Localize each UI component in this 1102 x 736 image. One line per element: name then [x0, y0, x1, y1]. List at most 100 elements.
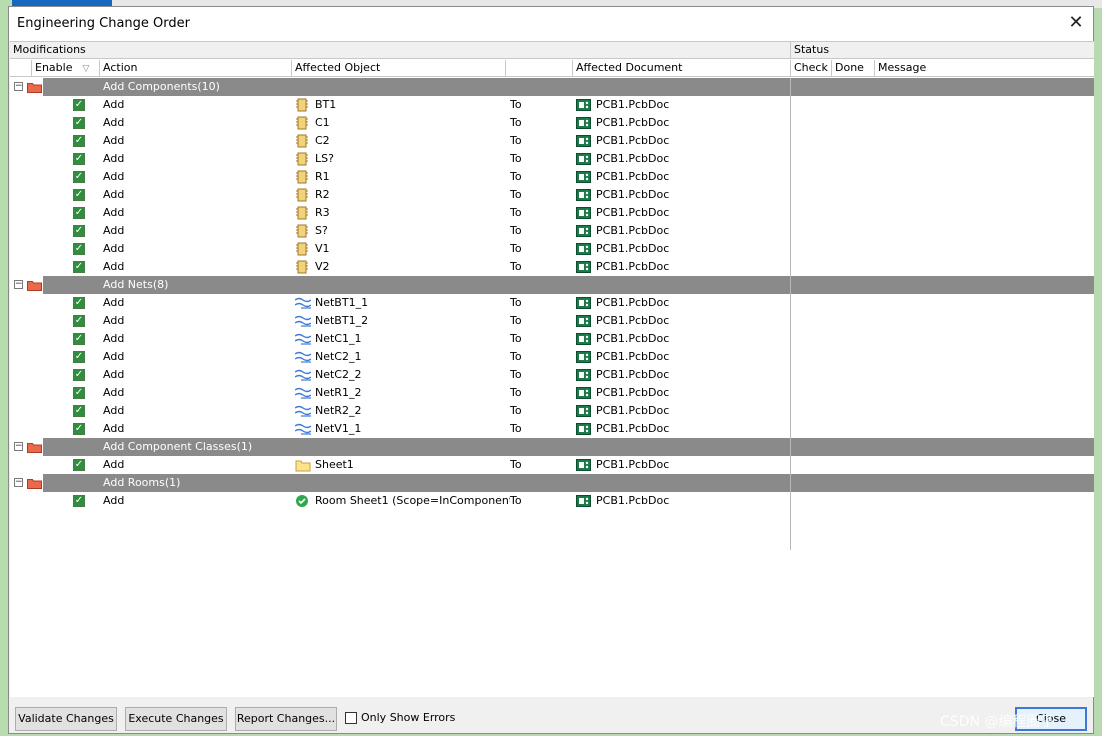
enable-checkbox[interactable]: ✓	[73, 189, 85, 201]
collapse-icon[interactable]: −	[14, 82, 23, 91]
enable-checkbox[interactable]: ✓	[73, 387, 85, 399]
action-cell: Add	[103, 98, 125, 111]
table-row[interactable]: ✓ Add C1 To PCB1.PcbDoc	[10, 114, 1094, 132]
table-row[interactable]: ✓ Add C2 To PCB1.PcbDoc	[10, 132, 1094, 150]
collapse-icon[interactable]: −	[14, 280, 23, 289]
affected-document-cell: PCB1.PcbDoc	[596, 296, 670, 309]
net-icon	[294, 404, 312, 418]
pcb-document-icon	[576, 153, 591, 165]
header-message[interactable]: Message	[875, 60, 1094, 77]
affected-object-cell: V1	[315, 242, 330, 255]
affected-document-cell: PCB1.PcbDoc	[596, 152, 670, 165]
enable-checkbox[interactable]: ✓	[73, 207, 85, 219]
enable-checkbox[interactable]: ✓	[73, 405, 85, 417]
enable-checkbox[interactable]: ✓	[73, 261, 85, 273]
group-row[interactable]: − Add Components(10)	[10, 78, 1094, 96]
enable-checkbox[interactable]: ✓	[73, 333, 85, 345]
header-enable-label: Enable	[35, 61, 73, 74]
table-row[interactable]: ✓ Add NetC2_1 To PCB1.PcbDoc	[10, 348, 1094, 366]
table-row[interactable]: ✓ Add S? To PCB1.PcbDoc	[10, 222, 1094, 240]
enable-checkbox[interactable]: ✓	[73, 243, 85, 255]
group-label: Add Rooms(1)	[103, 476, 181, 489]
table-row[interactable]: ✓ Add LS? To PCB1.PcbDoc	[10, 150, 1094, 168]
enable-checkbox[interactable]: ✓	[73, 99, 85, 111]
component-icon	[295, 134, 309, 148]
affected-object-cell: NetR1_2	[315, 386, 362, 399]
enable-checkbox[interactable]: ✓	[73, 351, 85, 363]
table-row[interactable]: ✓ Add V1 To PCB1.PcbDoc	[10, 240, 1094, 258]
pcb-document-icon	[576, 369, 591, 381]
header-enable[interactable]: Enable ▽	[32, 60, 100, 77]
footer-toolbar: Validate Changes Execute Changes Report …	[9, 699, 1093, 735]
table-row[interactable]: ✓ Add NetC2_2 To PCB1.PcbDoc	[10, 366, 1094, 384]
to-cell: To	[510, 170, 522, 183]
collapse-icon[interactable]: −	[14, 478, 23, 487]
only-show-errors-checkbox[interactable]	[345, 712, 357, 724]
header-row-columns: Enable ▽ Action Affected Object Affected …	[10, 60, 1094, 77]
to-cell: To	[510, 350, 522, 363]
collapse-icon[interactable]: −	[14, 442, 23, 451]
enable-checkbox[interactable]: ✓	[73, 369, 85, 381]
affected-document-cell: PCB1.PcbDoc	[596, 494, 670, 507]
table-row[interactable]: ✓ Add NetV1_1 To PCB1.PcbDoc	[10, 420, 1094, 438]
table-row[interactable]: ✓ Add NetR2_2 To PCB1.PcbDoc	[10, 402, 1094, 420]
enable-checkbox[interactable]: ✓	[73, 459, 85, 471]
enable-checkbox[interactable]: ✓	[73, 315, 85, 327]
enable-checkbox[interactable]: ✓	[73, 423, 85, 435]
enable-checkbox[interactable]: ✓	[73, 297, 85, 309]
net-icon	[294, 296, 312, 310]
to-cell: To	[510, 152, 522, 165]
header-check[interactable]: Check	[791, 60, 832, 77]
component-icon	[295, 188, 309, 202]
group-label: Add Components(10)	[103, 80, 220, 93]
action-cell: Add	[103, 116, 125, 129]
table-row[interactable]: ✓ Add NetC1_1 To PCB1.PcbDoc	[10, 330, 1094, 348]
folder-icon	[27, 280, 42, 291]
enable-checkbox[interactable]: ✓	[73, 171, 85, 183]
execute-changes-button[interactable]: Execute Changes	[125, 707, 227, 731]
affected-document-cell: PCB1.PcbDoc	[596, 170, 670, 183]
affected-object-cell: R1	[315, 170, 330, 183]
affected-object-cell: S?	[315, 224, 328, 237]
pcb-document-icon	[576, 261, 591, 273]
pcb-document-icon	[576, 117, 591, 129]
action-cell: Add	[103, 494, 125, 507]
affected-document-cell: PCB1.PcbDoc	[596, 422, 670, 435]
table-row[interactable]: ✓ Add R1 To PCB1.PcbDoc	[10, 168, 1094, 186]
affected-object-cell: V2	[315, 260, 330, 273]
affected-object-cell: C2	[315, 134, 330, 147]
header-action[interactable]: Action	[100, 60, 292, 77]
to-cell: To	[510, 422, 522, 435]
header-done[interactable]: Done	[832, 60, 875, 77]
table-row[interactable]: ✓ Add V2 To PCB1.PcbDoc	[10, 258, 1094, 276]
action-cell: Add	[103, 458, 125, 471]
to-cell: To	[510, 188, 522, 201]
affected-object-cell: NetC2_1	[315, 350, 362, 363]
enable-checkbox[interactable]: ✓	[73, 117, 85, 129]
watermark-text: CSDN @编程圈子	[940, 714, 1055, 730]
table-row[interactable]: ✓ Add NetBT1_1 To PCB1.PcbDoc	[10, 294, 1094, 312]
table-row[interactable]: ✓ Add R2 To PCB1.PcbDoc	[10, 186, 1094, 204]
report-changes-button[interactable]: Report Changes...	[235, 707, 337, 731]
table-row[interactable]: ✓ Add NetBT1_2 To PCB1.PcbDoc	[10, 312, 1094, 330]
validate-changes-button[interactable]: Validate Changes	[15, 707, 117, 731]
enable-checkbox[interactable]: ✓	[73, 495, 85, 507]
to-cell: To	[510, 368, 522, 381]
folder-icon	[27, 82, 42, 93]
table-row[interactable]: ✓ Add Room Sheet1 (Scope=InComponentCl To PC…	[10, 492, 1094, 510]
to-cell: To	[510, 260, 522, 273]
enable-checkbox[interactable]: ✓	[73, 225, 85, 237]
header-affected-document[interactable]: Affected Document	[573, 60, 791, 77]
enable-checkbox[interactable]: ✓	[73, 135, 85, 147]
table-row[interactable]: ✓ Add BT1 To PCB1.PcbDoc	[10, 96, 1094, 114]
table-row[interactable]: ✓ Add NetR1_2 To PCB1.PcbDoc	[10, 384, 1094, 402]
group-row[interactable]: − Add Nets(8)	[10, 276, 1094, 294]
table-row[interactable]: ✓ Add Sheet1 To PCB1.PcbDoc	[10, 456, 1094, 474]
table-row[interactable]: ✓ Add R3 To PCB1.PcbDoc	[10, 204, 1094, 222]
enable-checkbox[interactable]: ✓	[73, 153, 85, 165]
close-icon[interactable]: ✕	[1065, 12, 1087, 34]
group-row[interactable]: − Add Rooms(1)	[10, 474, 1094, 492]
header-affected-object[interactable]: Affected Object	[292, 60, 506, 77]
group-row[interactable]: − Add Component Classes(1)	[10, 438, 1094, 456]
only-show-errors-label: Only Show Errors	[361, 711, 456, 724]
